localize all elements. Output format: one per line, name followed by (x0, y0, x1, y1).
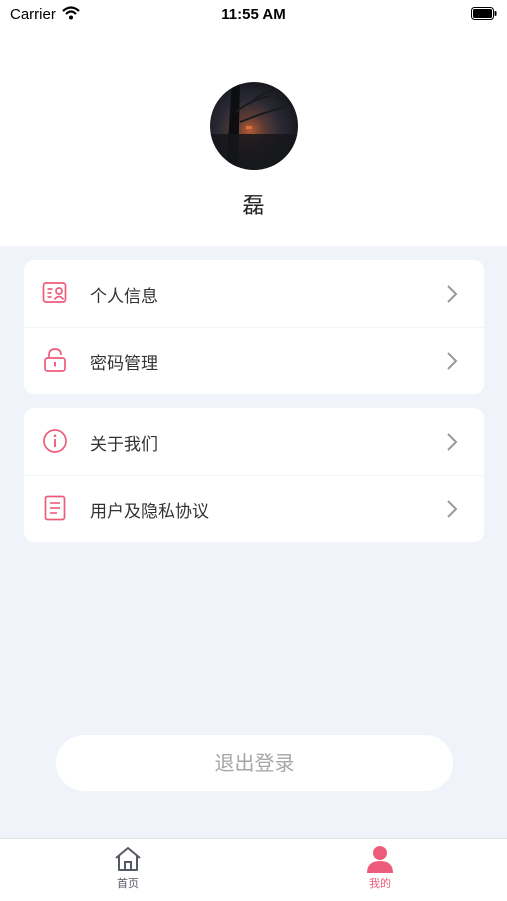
person-icon (367, 846, 393, 873)
chevron-right-icon (447, 500, 458, 518)
home-icon (115, 847, 141, 871)
lock-icon (44, 348, 66, 372)
tab-home[interactable]: 首页 (98, 845, 158, 891)
chevron-right-icon (447, 352, 458, 370)
chevron-right-icon (447, 433, 458, 451)
menu-item-about-us[interactable]: 关于我们 (24, 408, 484, 475)
menu-item-label: 个人信息 (90, 287, 158, 307)
tab-label: 我的 (369, 877, 391, 890)
profile-header: Carrier 11:55 AM 磊 (0, 0, 507, 246)
avatar[interactable] (210, 82, 298, 170)
menu-item-label: 用户及隐私协议 (90, 502, 209, 522)
tab-mine[interactable]: 我的 (350, 845, 410, 891)
tab-label: 首页 (117, 877, 139, 890)
menu-item-label: 关于我们 (90, 435, 158, 455)
menu-group-about: 关于我们 用户及隐私协议 (24, 408, 484, 542)
status-bar: Carrier 11:55 AM (0, 0, 507, 30)
tab-bar: 首页 我的 (0, 838, 507, 901)
avatar-photo (210, 82, 298, 170)
status-time: 11:55 AM (221, 6, 286, 23)
menu-group-account: 个人信息 密码管理 (24, 260, 484, 394)
user-name: 磊 (242, 194, 265, 219)
menu-item-personal-info[interactable]: 个人信息 (24, 260, 484, 327)
menu-item-password[interactable]: 密码管理 (24, 327, 484, 394)
menu-item-privacy-agreement[interactable]: 用户及隐私协议 (24, 475, 484, 542)
document-icon (44, 495, 66, 521)
menu-item-label: 密码管理 (90, 354, 158, 374)
profile-card-icon (42, 282, 67, 303)
battery-icon (471, 7, 497, 20)
logout-button[interactable]: 退出登录 (56, 735, 453, 791)
info-icon (43, 429, 67, 453)
chevron-right-icon (447, 285, 458, 303)
